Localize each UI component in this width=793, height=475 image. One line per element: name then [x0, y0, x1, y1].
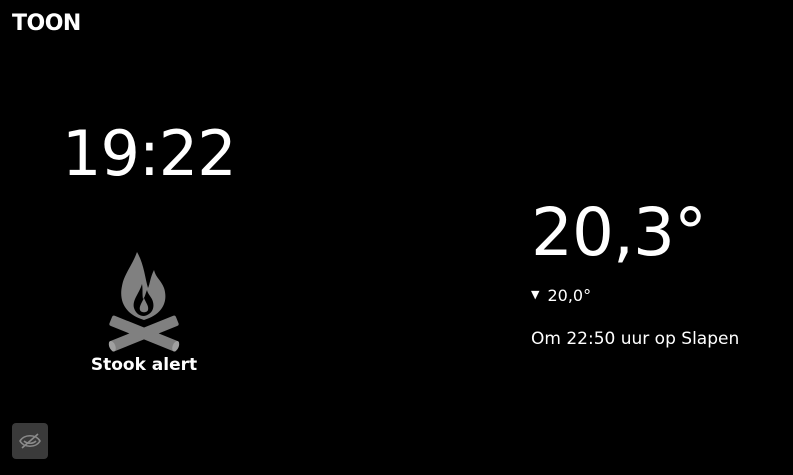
schedule-status: Om 22:50 uur op Slapen: [531, 329, 740, 349]
toon-logo: TOON: [12, 11, 81, 36]
current-temperature: 20,3°: [531, 194, 707, 271]
setpoint-temperature: 20,0°: [547, 285, 592, 305]
stook-alert[interactable]: Stook alert: [80, 248, 208, 380]
setpoint-row: ▼ 20,0°: [531, 283, 591, 307]
down-arrow-icon: ▼: [531, 288, 540, 301]
campfire-icon: [108, 252, 180, 352]
eye-off-icon: [19, 433, 41, 449]
dim-toggle-button[interactable]: [12, 423, 48, 459]
clock-time: 19:22: [62, 117, 237, 190]
stook-alert-label: Stook alert: [90, 355, 198, 375]
